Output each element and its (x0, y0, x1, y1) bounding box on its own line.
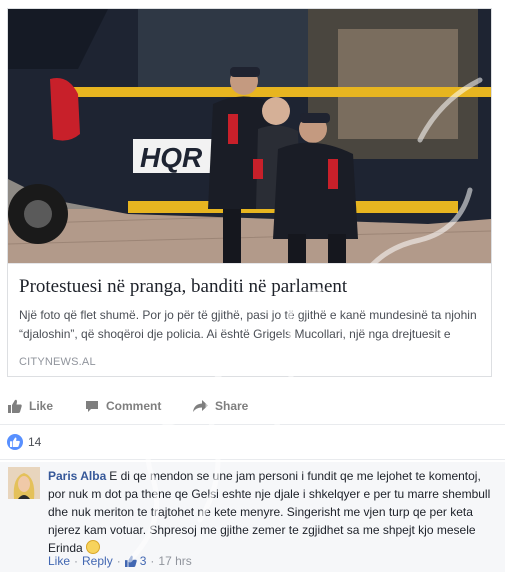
actions-divider (0, 424, 505, 425)
avatar[interactable] (8, 467, 40, 499)
link-preview-card[interactable]: HQR Protestuesi në pranga, banditi në pa… (7, 8, 492, 377)
share-arrow-icon (193, 399, 208, 412)
reactions-summary[interactable]: 14 (7, 432, 41, 452)
svg-text:HQR: HQR (140, 142, 203, 173)
thumbs-up-icon (8, 399, 22, 413)
comment-text-block: Paris Alba E di qe mendon se une jam pers… (48, 467, 500, 557)
comment-meta: Like · Reply · 3 · 17 hrs (48, 554, 192, 568)
like-button[interactable]: Like (8, 392, 53, 420)
comment-reply-link[interactable]: Reply (82, 554, 113, 568)
smiley-emoji-icon (86, 540, 101, 554)
like-reaction-icon (7, 434, 23, 450)
article-photo[interactable]: HQR (8, 9, 491, 263)
comment-like-link[interactable]: Like (48, 554, 70, 568)
like-label: Like (29, 399, 54, 413)
reactions-count: 14 (28, 435, 42, 449)
link-preview-text[interactable]: Protestuesi në pranga, banditi në parlam… (8, 263, 491, 376)
comment-label: Comment (106, 399, 162, 413)
article-title[interactable]: Protestuesi në pranga, banditi në parlam… (19, 276, 347, 298)
post-action-bar: Like Comment Share (0, 392, 505, 420)
article-description: Një foto që flet shumë. Por jo për të gj… (19, 308, 477, 341)
thumbs-up-icon (124, 555, 137, 567)
comment-bubble-icon (86, 400, 98, 412)
comment-text: E di qe mendon se une jam personi i fund… (48, 469, 491, 555)
share-label: Share (215, 399, 249, 413)
article-domain: CITYNEWS.AL (19, 356, 96, 368)
share-button[interactable]: Share (193, 392, 248, 420)
comment-likes-count[interactable]: 3 (140, 554, 147, 568)
comment-author[interactable]: Paris Alba (48, 469, 106, 483)
comment-button[interactable]: Comment (85, 392, 161, 420)
police-van-photo: HQR (8, 9, 491, 263)
comment-time[interactable]: 17 hrs (158, 554, 191, 568)
reactions-divider (0, 459, 505, 460)
